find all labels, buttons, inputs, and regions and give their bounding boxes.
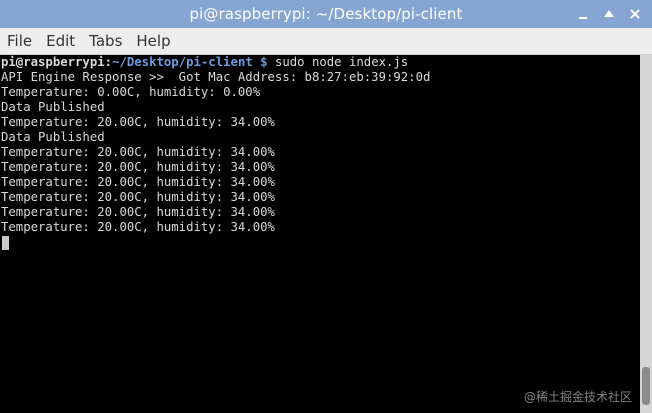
text-cursor (2, 236, 9, 250)
window-title: pi@raspberrypi: ~/Desktop/pi-client (189, 5, 463, 23)
menu-help[interactable]: Help (135, 29, 177, 53)
output-line: Temperature: 20.00C, humidity: 34.00% (1, 160, 275, 174)
output-line: Temperature: 20.00C, humidity: 34.00% (1, 115, 275, 129)
output-line: API Engine Response >> Got Mac Address: … (1, 70, 431, 84)
cursor-line (0, 235, 640, 250)
watermark: @稀土掘金技术社区 (523, 390, 632, 404)
menu-edit[interactable]: Edit (45, 29, 82, 53)
menu-tabs[interactable]: Tabs (88, 29, 129, 53)
menu-file[interactable]: File (6, 29, 39, 53)
output-line: Data Published (1, 100, 105, 114)
output-line: Temperature: 0.00C, humidity: 0.00% (1, 85, 261, 99)
output-line: Temperature: 20.00C, humidity: 34.00% (1, 145, 275, 159)
menu-bar: File Edit Tabs Help (0, 28, 652, 55)
prompt-user: pi@raspberrypi (1, 55, 105, 69)
minimize-button[interactable] (570, 3, 596, 25)
maximize-button[interactable] (596, 3, 622, 25)
terminal-output[interactable]: pi@raspberrypi:~/Desktop/pi-client $ sud… (0, 55, 640, 413)
output-line: Temperature: 20.00C, humidity: 34.00% (1, 190, 275, 204)
command-text: sudo node index.js (267, 55, 409, 69)
maximize-icon (604, 10, 614, 17)
scrollbar[interactable] (640, 55, 652, 413)
prompt-line: pi@raspberrypi:~/Desktop/pi-client $ sud… (0, 55, 640, 70)
prompt-separator: : (104, 55, 113, 69)
terminal-window: pi@raspberrypi: ~/Desktop/pi-client File… (0, 0, 652, 413)
window-controls (570, 0, 648, 28)
title-bar[interactable]: pi@raspberrypi: ~/Desktop/pi-client (0, 0, 652, 28)
output-line: Temperature: 20.00C, humidity: 34.00% (1, 220, 275, 234)
output-line: Data Published (1, 130, 105, 144)
output-line: Temperature: 20.00C, humidity: 34.00% (1, 205, 275, 219)
minimize-icon (579, 17, 587, 19)
close-button[interactable] (622, 3, 648, 25)
output-line: Temperature: 20.00C, humidity: 34.00% (1, 175, 275, 189)
scrollbar-thumb[interactable] (642, 367, 650, 405)
prompt-path: ~/Desktop/pi-client $ (112, 55, 268, 69)
close-icon (630, 9, 640, 19)
